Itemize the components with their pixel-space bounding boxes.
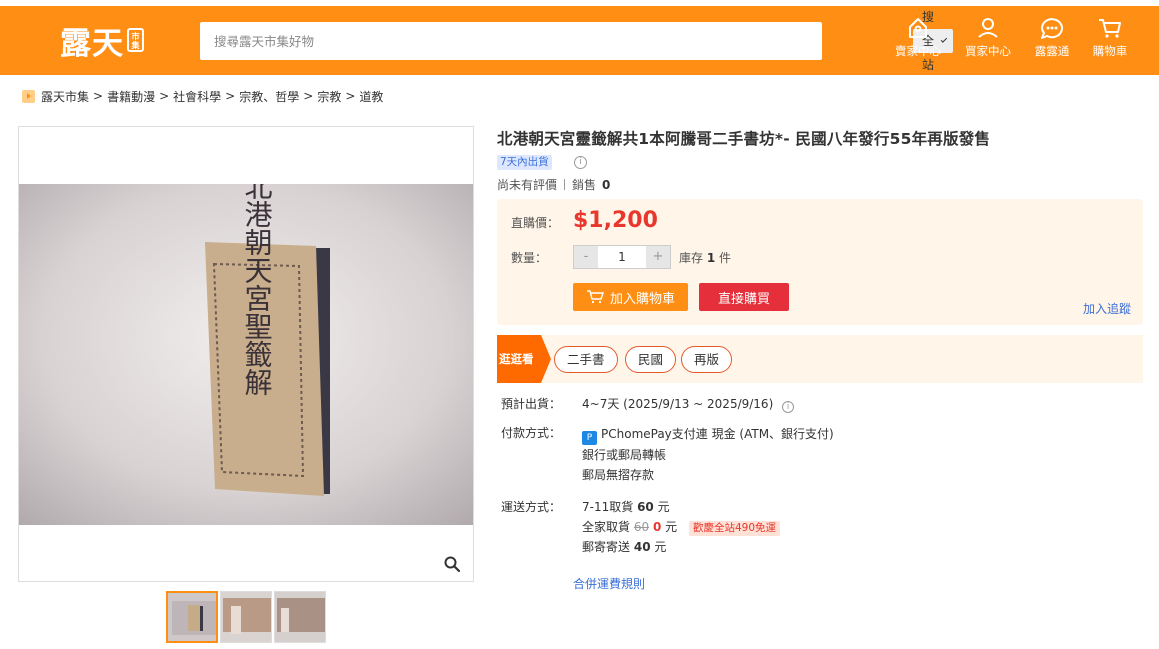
- shipping-option: 郵寄寄送 40 元: [582, 537, 780, 557]
- shipping-option: 7-11取貨 60 元: [582, 497, 780, 517]
- payment-text: PChomePay支付連 現金 (ATM、銀行支付): [601, 427, 834, 441]
- qty-label: 數量：: [511, 251, 548, 265]
- shipping-unit: 元: [657, 500, 670, 514]
- product-title: 北港朝天宮靈籤解共1本阿騰哥二手書坊*- 民國八年發行55年再版發售: [497, 130, 991, 148]
- stock-prefix: 庫存: [679, 251, 704, 265]
- stock-unit: 件: [719, 251, 732, 265]
- buy-now-button[interactable]: 直接購買: [699, 283, 789, 311]
- book-cover-text: 北港朝天宮聖籤解: [241, 184, 274, 396]
- rating-sales: 尚未有評價 銷售 0: [497, 176, 610, 193]
- payment-line: 郵局無摺存款: [582, 468, 655, 482]
- payment-label: 付款方式：: [501, 426, 562, 440]
- tag-chip[interactable]: 再版: [681, 346, 733, 373]
- zoom-icon[interactable]: [443, 555, 461, 573]
- add-to-cart-button[interactable]: 加入購物車: [573, 283, 688, 311]
- sales-label: 銷售: [572, 178, 597, 192]
- buy-box: 直購價： $1,200 數量： - 1 + 庫存 1 件 加入購物車 直接購買 …: [497, 199, 1143, 325]
- divider: [564, 179, 566, 190]
- nav-label: 買家中心: [965, 44, 1011, 58]
- thumbnail-3[interactable]: [274, 591, 326, 643]
- eta-label: 預計出貨：: [501, 397, 562, 411]
- breadcrumb-separator: >: [345, 89, 356, 103]
- shipping-option-name: 郵寄寄送: [582, 540, 631, 554]
- stock-info: 庫存 1 件: [679, 249, 731, 266]
- stock-count: 1: [706, 251, 716, 265]
- cart-icon: [1099, 19, 1121, 38]
- breadcrumb-separator: >: [303, 89, 314, 103]
- search-input[interactable]: [214, 22, 694, 60]
- shipping-option-name: 全家取貨: [582, 520, 631, 534]
- breadcrumb-separator: >: [159, 89, 170, 103]
- nav-cart[interactable]: 購物車: [1080, 16, 1140, 59]
- info-icon[interactable]: i: [574, 156, 587, 169]
- shipping-unit: 元: [654, 540, 667, 554]
- pchomepay-icon: P: [582, 431, 597, 445]
- qty-minus-button[interactable]: -: [574, 246, 598, 268]
- logo-badge: 市集: [127, 28, 144, 52]
- breadcrumb-separator: >: [225, 89, 236, 103]
- add-to-cart-label: 加入購物車: [609, 291, 675, 307]
- info-icon[interactable]: i: [782, 401, 795, 413]
- shipping-unit: 元: [665, 520, 678, 534]
- nav-buyer-center[interactable]: 買家中心: [958, 16, 1018, 59]
- user-icon: [978, 18, 998, 38]
- shipping-methods: 7-11取貨 60 元 全家取貨 60 0 元 歡慶全站490免運 郵寄寄送 4…: [582, 497, 781, 557]
- nav-label: 賣家中心: [895, 44, 941, 58]
- rating-text[interactable]: 尚未有評價: [497, 176, 557, 193]
- tag-section: 逛逛看 二手書 民國 再版: [497, 335, 1143, 383]
- play-icon: [22, 89, 35, 103]
- breadcrumb: 露天市集 > 書籍動漫 > 社會科學 > 宗教、哲學 > 宗教 > 道教: [22, 88, 383, 104]
- product-photo: 北港朝天宮聖籤解: [19, 184, 473, 525]
- site-header: 露天 市集 搜全站 賣家中心 買家中心 露露通: [0, 6, 1159, 75]
- free-shipping-promo-badge[interactable]: 歡慶全站490免運: [688, 521, 781, 536]
- site-logo[interactable]: 露天 市集: [60, 22, 144, 62]
- tag-ribbon: 逛逛看: [497, 335, 551, 383]
- shipping-option-price: 0: [652, 520, 662, 534]
- ship-within-tag: 7天內出貨: [497, 155, 552, 170]
- shipping-option: 全家取貨 60 0 元 歡慶全站490免運: [582, 517, 781, 537]
- logo-text: 露天: [60, 25, 124, 62]
- qty-input[interactable]: 1: [598, 246, 646, 268]
- thumbnail-strip: [166, 591, 326, 643]
- price-value: $1,200: [573, 208, 658, 233]
- payment-line: P PChomePay支付連 現金 (ATM、銀行支付): [582, 424, 834, 445]
- merge-shipping-rules-link[interactable]: 合併運費規則: [573, 575, 645, 592]
- qty-plus-button[interactable]: +: [646, 246, 670, 268]
- tag-chip[interactable]: 二手書: [554, 346, 618, 373]
- breadcrumb-separator: >: [93, 89, 104, 103]
- price-label: 直購價：: [511, 216, 560, 230]
- cart-icon: [586, 290, 604, 304]
- nav-label: 露露通: [1034, 44, 1070, 58]
- thumbnail-1[interactable]: [166, 591, 218, 643]
- shipping-option-name: 7-11取貨: [582, 500, 634, 514]
- thumbnail-2[interactable]: [220, 591, 272, 643]
- nav-chat[interactable]: 露露通: [1022, 16, 1082, 59]
- search-bar: 搜全站: [200, 10, 1013, 72]
- sales-count: 0: [602, 177, 611, 192]
- breadcrumb-item[interactable]: 書籍動漫: [107, 88, 155, 105]
- quantity-stepper: - 1 +: [573, 245, 671, 269]
- shipping-option-price: 40: [633, 540, 651, 554]
- shipping-original-price: 60: [633, 520, 650, 534]
- nav-seller-center[interactable]: 賣家中心: [888, 16, 948, 59]
- breadcrumb-item[interactable]: 宗教、哲學: [239, 88, 299, 105]
- payment-methods: P PChomePay支付連 現金 (ATM、銀行支付) 銀行或郵局轉帳 郵局無摺…: [582, 424, 834, 485]
- eta-text: 4~7天 (2025/9/13 ~ 2025/9/16): [582, 397, 774, 411]
- chat-icon: [1041, 18, 1063, 39]
- nav-label: 購物車: [1092, 44, 1128, 58]
- product-main-image[interactable]: 北港朝天宮聖籤解: [18, 126, 474, 582]
- payment-line: 銀行或郵局轉帳: [582, 448, 667, 462]
- shipping-option-price: 60: [637, 500, 654, 514]
- eta-value: 4~7天 (2025/9/13 ~ 2025/9/16) i: [582, 395, 795, 413]
- add-to-watchlist-link[interactable]: 加入追蹤: [1083, 300, 1131, 317]
- tag-chip[interactable]: 民國: [625, 346, 677, 373]
- breadcrumb-item[interactable]: 露天市集: [41, 88, 89, 105]
- store-icon: [909, 18, 927, 38]
- breadcrumb-item[interactable]: 宗教: [317, 88, 341, 105]
- shipping-label: 運送方式：: [501, 500, 562, 514]
- breadcrumb-item[interactable]: 道教: [359, 88, 383, 105]
- breadcrumb-item[interactable]: 社會科學: [173, 88, 221, 105]
